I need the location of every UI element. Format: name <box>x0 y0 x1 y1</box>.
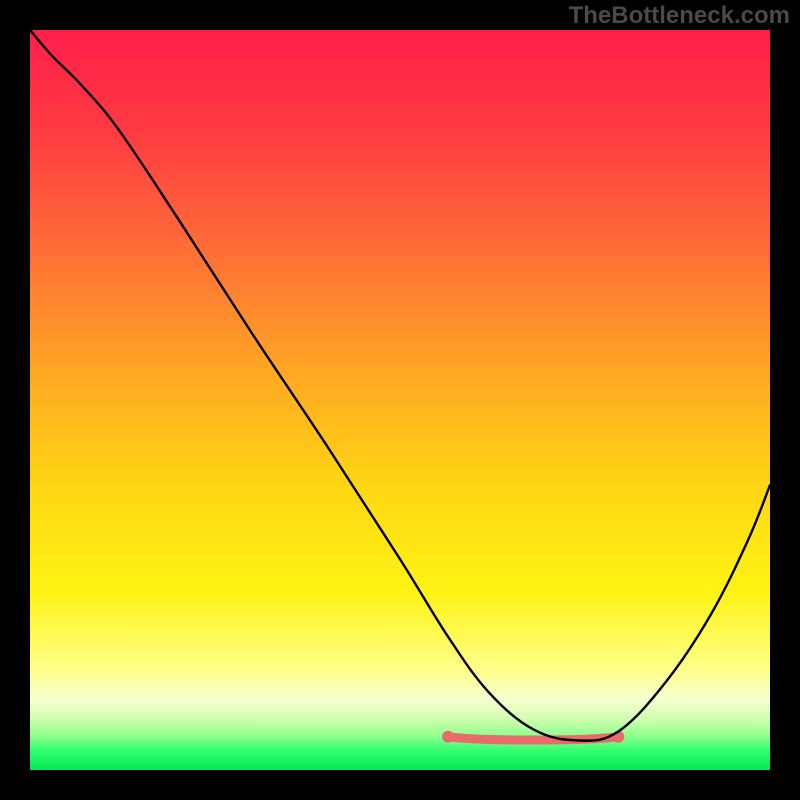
watermark-text: TheBottleneck.com <box>569 2 790 30</box>
bottleneck-curve <box>30 30 770 741</box>
plot-area <box>30 30 770 770</box>
highlight-endpoint-left <box>442 731 454 743</box>
curve-layer <box>30 30 770 770</box>
chart-frame: TheBottleneck.com <box>0 0 800 800</box>
